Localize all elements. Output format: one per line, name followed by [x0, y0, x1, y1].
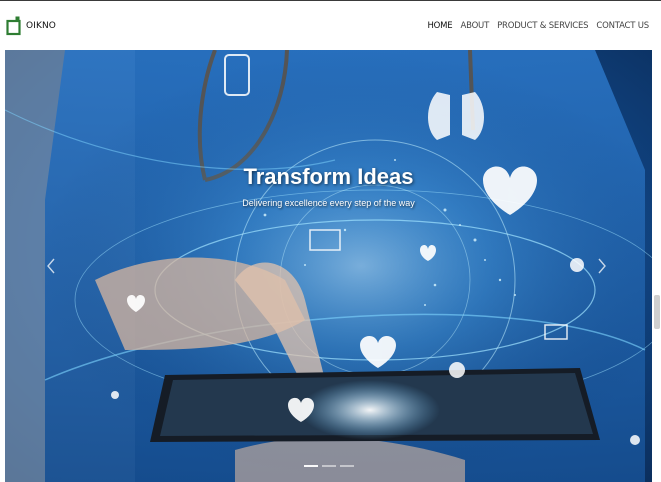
nav-link-products-services[interactable]: PRODUCT & SERVICES: [497, 21, 588, 31]
hero-background-image: [5, 50, 652, 482]
carousel-indicator-1[interactable]: [303, 465, 318, 467]
carousel-next-button[interactable]: [594, 254, 610, 278]
oikno-logo-icon: [6, 16, 22, 36]
hero-carousel: Transform Ideas Delivering excellence ev…: [5, 50, 652, 482]
nav-link-contact-us[interactable]: CONTACT US: [596, 21, 649, 31]
chevron-left-icon: [47, 258, 55, 274]
hero-subtitle: Delivering excellence every step of the …: [242, 198, 415, 208]
nav-links: HOME ABOUT PRODUCT & SERVICES CONTACT US: [427, 21, 649, 31]
nav-link-about[interactable]: ABOUT: [460, 21, 489, 31]
carousel-indicator-3[interactable]: [339, 465, 354, 467]
scrollbar-thumb[interactable]: [654, 295, 660, 329]
carousel-indicator-2[interactable]: [321, 465, 336, 467]
carousel-prev-button[interactable]: [43, 254, 59, 278]
nav-link-home[interactable]: HOME: [427, 21, 452, 31]
navbar: OIKNO HOME ABOUT PRODUCT & SERVICES CONT…: [0, 1, 661, 50]
brand-name: OIKNO: [26, 20, 56, 31]
brand[interactable]: OIKNO: [6, 16, 56, 36]
hero-title: Transform Ideas: [243, 164, 414, 189]
carousel-indicators: [5, 465, 652, 467]
chevron-right-icon: [598, 258, 606, 274]
